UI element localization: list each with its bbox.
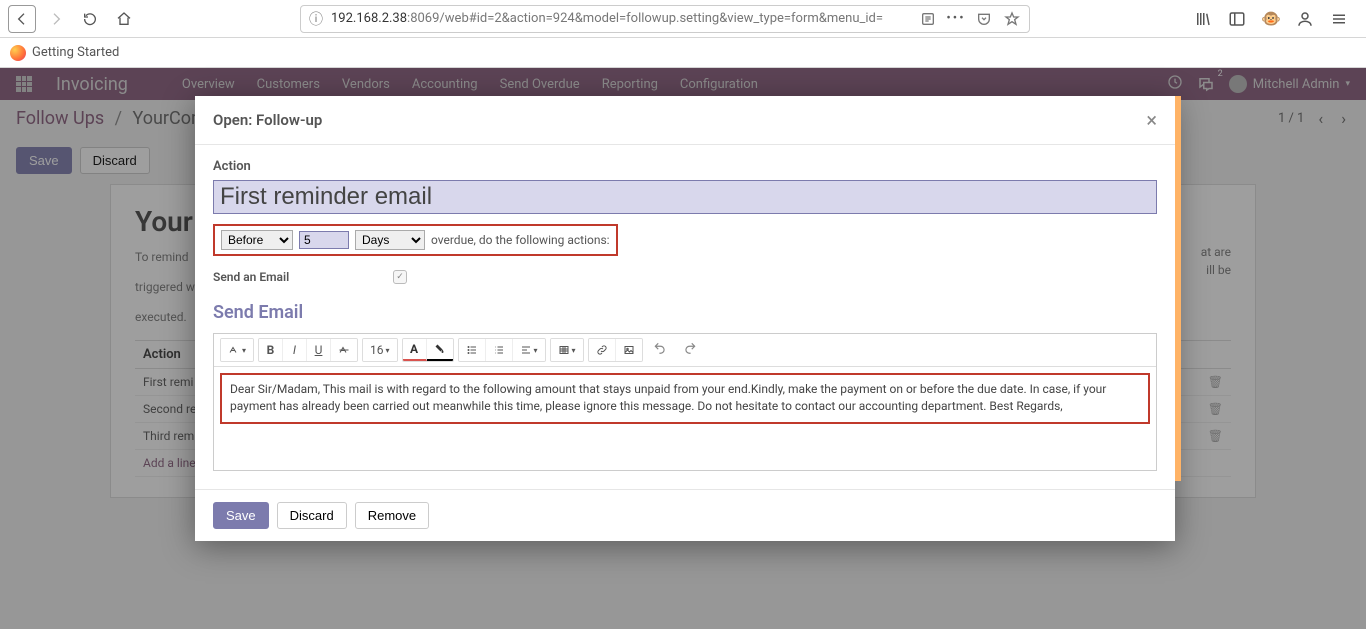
reader-mode-icon[interactable]	[919, 10, 937, 28]
modal-title: Open: Follow-up	[213, 111, 322, 129]
modal-header: Open: Follow-up ×	[195, 96, 1175, 145]
rte-italic-button[interactable]: I	[283, 339, 307, 361]
rte-ol-button[interactable]	[486, 339, 513, 361]
followup-modal: Open: Follow-up × Action Before After Da…	[195, 96, 1175, 541]
action-label: Action	[213, 159, 1157, 174]
library-icon[interactable]	[1192, 8, 1214, 30]
schedule-row: Before After Days Weeks Months overdue, …	[213, 224, 618, 256]
reload-button[interactable]	[76, 5, 104, 33]
rte-redo-button[interactable]	[677, 338, 703, 362]
modal-save-button[interactable]: Save	[213, 502, 269, 529]
rte-underline-button[interactable]: U	[307, 339, 331, 361]
rte-toolbar: ▾ B I U 16▾ A	[214, 334, 1156, 367]
hamburger-menu-icon[interactable]	[1328, 8, 1350, 30]
forward-button[interactable]	[42, 5, 70, 33]
rte-bold-button[interactable]: B	[259, 339, 283, 361]
page-actions-icon[interactable]: •••	[947, 10, 965, 28]
site-info-icon[interactable]: ⓘ	[309, 9, 323, 29]
modal-discard-button[interactable]: Discard	[277, 502, 347, 529]
rte-ul-button[interactable]	[459, 339, 486, 361]
account-icon[interactable]	[1294, 8, 1316, 30]
bookmark-getting-started[interactable]: Getting Started	[10, 45, 119, 61]
rte-fontsize-dropdown[interactable]: 16▾	[363, 339, 397, 361]
rte-bg-color-button[interactable]	[427, 339, 453, 361]
send-email-checkbox[interactable]: ✓	[393, 270, 407, 284]
email-body-editor[interactable]: Dear Sir/Madam, This mail is with regard…	[220, 373, 1150, 424]
firefox-icon	[10, 45, 26, 61]
timing-select[interactable]: Before After	[221, 230, 293, 250]
bookmark-label: Getting Started	[32, 45, 119, 60]
timing-number-input[interactable]	[299, 231, 349, 249]
url-text: 192.168.2.38:8069/web#id=2&action=924&mo…	[331, 11, 911, 26]
bookmarks-bar: Getting Started	[0, 38, 1366, 68]
schedule-suffix: overdue, do the following actions:	[431, 233, 610, 247]
rte-image-button[interactable]	[616, 339, 642, 361]
extension-icon[interactable]: 🐵	[1260, 8, 1282, 30]
rte-link-button[interactable]	[589, 339, 616, 361]
close-icon[interactable]: ×	[1146, 110, 1157, 130]
timing-unit-select[interactable]: Days Weeks Months	[355, 230, 425, 250]
rte-strike-button[interactable]	[331, 339, 357, 361]
home-button[interactable]	[110, 5, 138, 33]
rte-text-color-button[interactable]: A	[403, 339, 427, 361]
url-bar[interactable]: ⓘ 192.168.2.38:8069/web#id=2&action=924&…	[300, 5, 1030, 33]
rte-table-dropdown[interactable]: ▾	[551, 339, 583, 361]
rte-align-dropdown[interactable]: ▾	[513, 339, 545, 361]
send-email-label: Send an Email	[213, 270, 353, 284]
rte-style-dropdown[interactable]: ▾	[221, 339, 253, 361]
sidebar-icon[interactable]	[1226, 8, 1248, 30]
modal-footer: Save Discard Remove	[195, 489, 1175, 541]
rte-undo-button[interactable]	[647, 338, 673, 362]
modal-remove-button[interactable]: Remove	[355, 502, 429, 529]
send-email-section-title: Send Email	[213, 302, 1157, 323]
action-name-input[interactable]	[213, 180, 1157, 214]
pocket-icon[interactable]	[975, 10, 993, 28]
back-button[interactable]	[8, 5, 36, 33]
browser-toolbar: ⓘ 192.168.2.38:8069/web#id=2&action=924&…	[0, 0, 1366, 38]
bookmark-star-icon[interactable]	[1003, 10, 1021, 28]
rich-text-editor: ▾ B I U 16▾ A	[213, 333, 1157, 471]
